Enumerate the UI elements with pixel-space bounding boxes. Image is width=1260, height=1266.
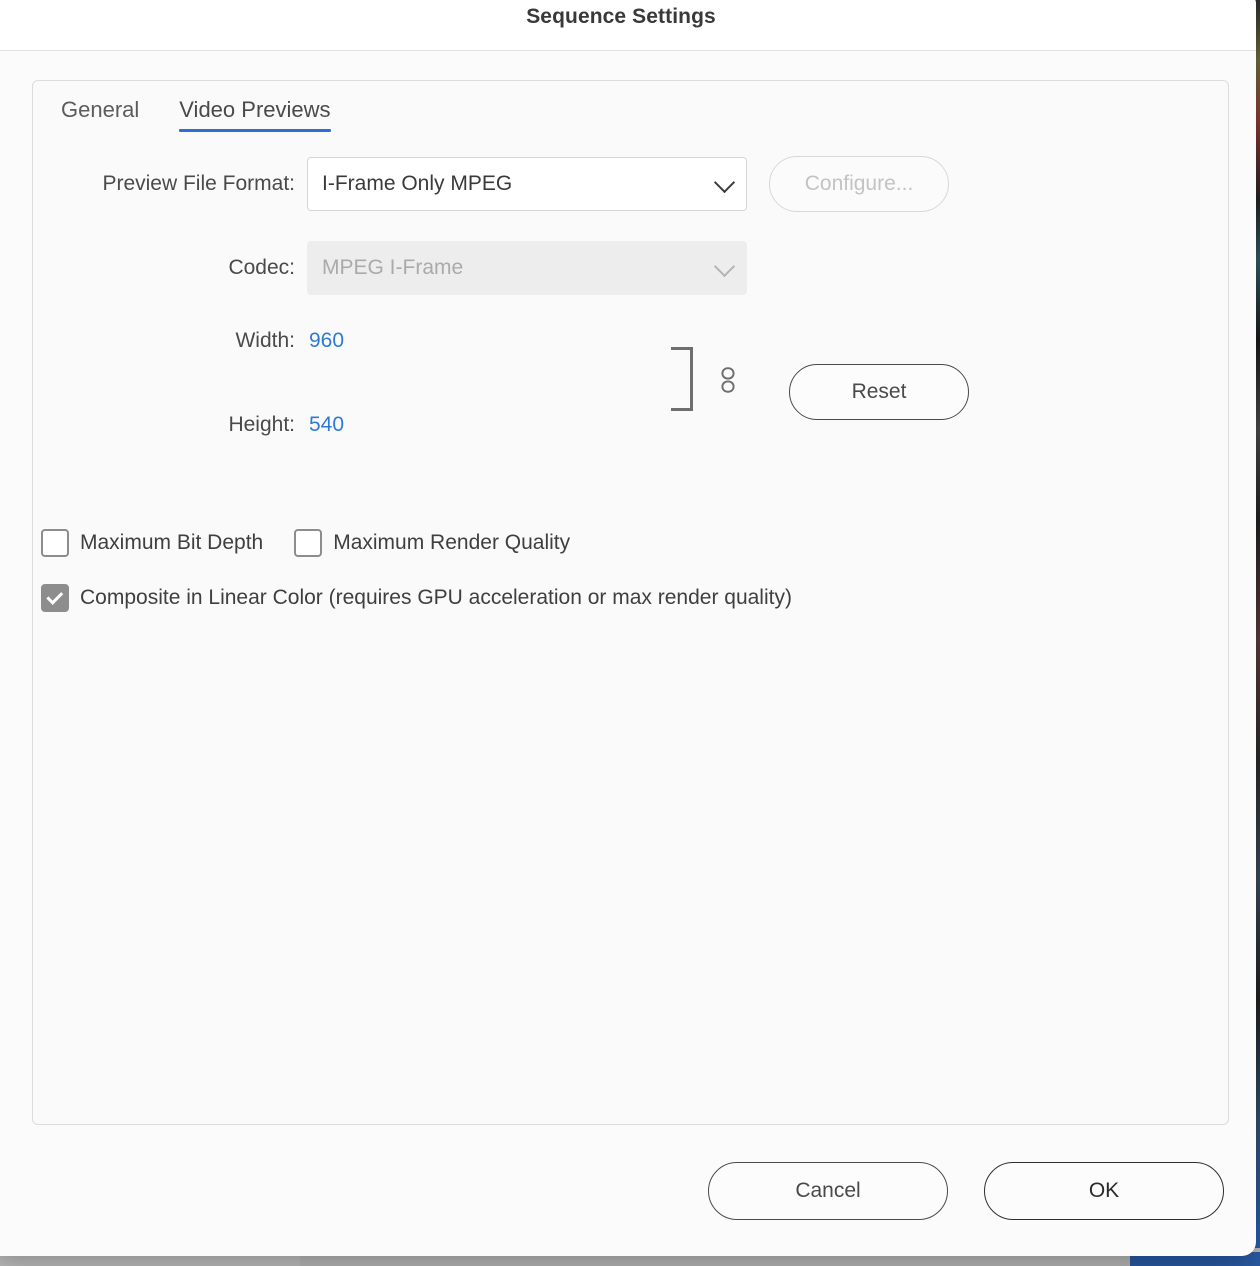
- preview-file-format-value: I-Frame Only MPEG: [322, 172, 513, 195]
- settings-panel: General Video Previews Preview File Form…: [32, 80, 1229, 1125]
- dialog-titlebar: Sequence Settings: [0, 0, 1256, 51]
- aspect-ratio-bracket-icon: [671, 347, 693, 411]
- preview-file-format-select[interactable]: I-Frame Only MPEG: [307, 157, 747, 211]
- codec-select[interactable]: MPEG I-Frame: [307, 241, 747, 295]
- check-icon: [45, 587, 63, 605]
- sequence-settings-dialog: Sequence Settings General Video Previews…: [0, 0, 1256, 1256]
- chevron-down-icon: [713, 255, 736, 278]
- cancel-button[interactable]: Cancel: [708, 1162, 948, 1220]
- preview-file-format-row: Preview File Format: I-Frame Only MPEG C…: [33, 156, 1228, 212]
- dialog-title: Sequence Settings: [526, 5, 716, 28]
- aspect-ratio-link-group[interactable]: [663, 343, 773, 423]
- configure-button[interactable]: Configure...: [769, 156, 949, 212]
- width-label: Width:: [235, 329, 295, 352]
- tab-video-previews[interactable]: Video Previews: [179, 93, 331, 132]
- checkbox-maximum-render-quality[interactable]: [294, 529, 323, 557]
- reset-button[interactable]: Reset: [789, 364, 969, 420]
- codec-row: Codec: MPEG I-Frame: [33, 241, 1228, 295]
- height-label: Height:: [228, 413, 295, 436]
- width-value[interactable]: 960: [309, 329, 344, 353]
- height-row: Height: 540: [33, 413, 344, 437]
- checkbox-composite-in-linear-color[interactable]: [41, 584, 69, 612]
- codec-label: Codec:: [228, 256, 295, 279]
- codec-value: MPEG I-Frame: [322, 256, 464, 279]
- checkbox-maximum-bit-depth[interactable]: [41, 529, 69, 557]
- height-value[interactable]: 540: [309, 413, 344, 437]
- link-chain-icon[interactable]: [717, 365, 739, 395]
- checkbox-maximum-bit-depth-label[interactable]: Maximum Bit Depth: [80, 531, 263, 555]
- checkbox-maximum-render-quality-label[interactable]: Maximum Render Quality: [333, 531, 570, 555]
- tab-bar: General Video Previews: [61, 93, 371, 132]
- dialog-footer: Cancel OK: [0, 1128, 1256, 1256]
- ok-button[interactable]: OK: [984, 1162, 1224, 1220]
- checkbox-composite-in-linear-color-label[interactable]: Composite in Linear Color (requires GPU …: [80, 586, 792, 610]
- preview-file-format-label: Preview File Format:: [102, 172, 295, 195]
- checkbox-row-bottom: Composite in Linear Color (requires GPU …: [41, 584, 792, 612]
- tab-general[interactable]: General: [61, 93, 139, 132]
- checkbox-row-top: Maximum Bit Depth Maximum Render Quality: [41, 529, 570, 557]
- chevron-down-icon: [713, 171, 736, 194]
- width-row: Width: 960: [33, 329, 344, 353]
